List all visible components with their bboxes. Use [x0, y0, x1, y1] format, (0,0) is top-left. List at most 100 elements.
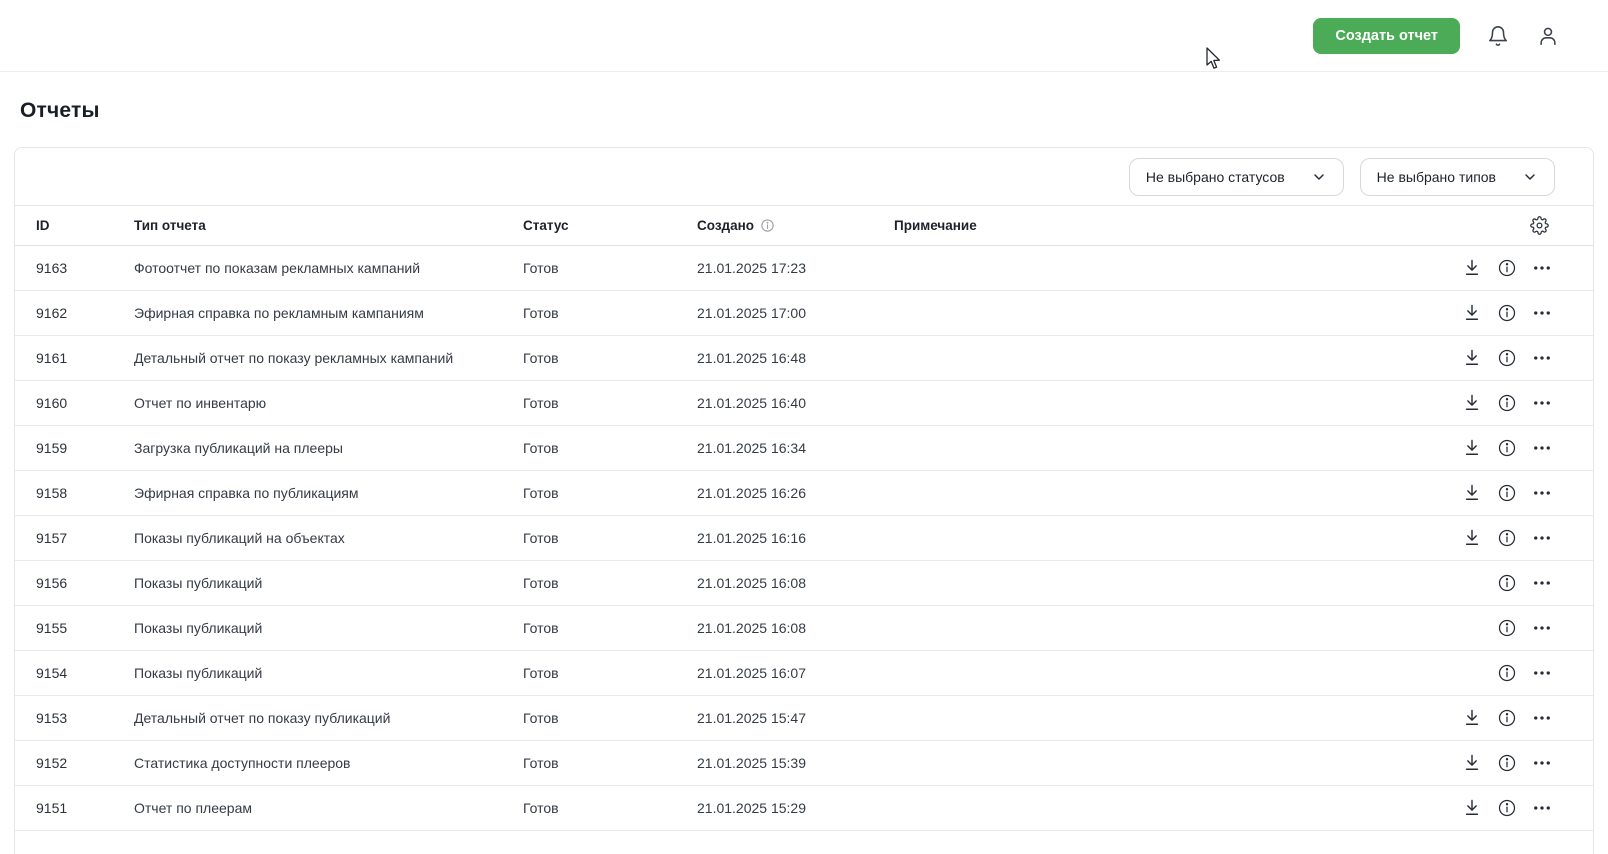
info-button[interactable] — [1496, 707, 1518, 729]
row-actions — [1459, 752, 1593, 774]
download-button[interactable] — [1461, 482, 1483, 504]
more-options-icon — [1532, 663, 1552, 683]
more-options-button[interactable] — [1531, 257, 1553, 279]
info-button[interactable] — [1496, 347, 1518, 369]
info-button[interactable] — [1496, 392, 1518, 414]
info-button[interactable] — [1496, 752, 1518, 774]
report-created: 21.01.2025 15:39 — [697, 755, 894, 771]
notifications-button[interactable] — [1486, 24, 1510, 48]
row-actions — [1459, 662, 1593, 684]
more-options-icon — [1532, 528, 1552, 548]
report-type: Показы публикаций на объектах — [134, 530, 523, 546]
table-row[interactable]: 9163 Фотоотчет по показам рекламных камп… — [15, 246, 1593, 291]
download-icon — [1462, 438, 1482, 458]
more-options-button[interactable] — [1531, 302, 1553, 324]
download-button[interactable] — [1461, 752, 1483, 774]
info-icon — [1497, 348, 1517, 368]
info-button[interactable] — [1496, 482, 1518, 504]
report-created: 21.01.2025 17:00 — [697, 305, 894, 321]
download-button[interactable] — [1461, 302, 1483, 324]
more-options-button[interactable] — [1531, 752, 1553, 774]
report-type: Эфирная справка по рекламным кампаниям — [134, 305, 523, 321]
table-row[interactable]: 9154 Показы публикаций Готов 21.01.2025 … — [15, 651, 1593, 696]
row-actions — [1459, 617, 1593, 639]
info-icon — [1497, 258, 1517, 278]
download-button[interactable] — [1461, 437, 1483, 459]
download-icon — [1462, 348, 1482, 368]
download-button[interactable] — [1461, 707, 1483, 729]
table-row[interactable]: 9152 Статистика доступности плееров Гото… — [15, 741, 1593, 786]
info-button[interactable] — [1496, 617, 1518, 639]
table-row[interactable]: 9153 Детальный отчет по показу публикаци… — [15, 696, 1593, 741]
info-button[interactable] — [1496, 302, 1518, 324]
row-actions — [1459, 527, 1593, 549]
profile-button[interactable] — [1536, 24, 1560, 48]
info-button[interactable] — [1496, 797, 1518, 819]
download-button[interactable] — [1461, 527, 1483, 549]
info-button[interactable] — [1496, 437, 1518, 459]
more-options-button[interactable] — [1531, 437, 1553, 459]
more-options-button[interactable] — [1531, 347, 1553, 369]
created-info-icon[interactable] — [760, 218, 775, 233]
table-settings-button[interactable] — [1529, 216, 1549, 236]
column-header-note-label: Примечание — [894, 218, 977, 233]
create-report-button[interactable]: Создать отчет — [1313, 18, 1460, 54]
table-row[interactable]: 9157 Показы публикаций на объектах Готов… — [15, 516, 1593, 561]
status-filter-dropdown[interactable]: Не выбрано статусов — [1129, 158, 1344, 196]
info-icon — [1497, 618, 1517, 638]
download-button[interactable] — [1461, 797, 1483, 819]
download-button[interactable] — [1461, 392, 1483, 414]
table-row[interactable]: 9156 Показы публикаций Готов 21.01.2025 … — [15, 561, 1593, 606]
report-status: Готов — [523, 350, 697, 366]
report-id: 9162 — [36, 305, 134, 321]
report-status: Готов — [523, 575, 697, 591]
report-id: 9157 — [36, 530, 134, 546]
table-row-partial — [15, 831, 1593, 854]
info-button[interactable] — [1496, 572, 1518, 594]
info-button[interactable] — [1496, 662, 1518, 684]
report-type: Отчет по инвентарю — [134, 395, 523, 411]
download-button[interactable] — [1461, 347, 1483, 369]
more-options-icon — [1532, 393, 1552, 413]
table-row[interactable]: 9151 Отчет по плеерам Готов 21.01.2025 1… — [15, 786, 1593, 831]
info-icon — [1497, 573, 1517, 593]
table-row[interactable]: 9160 Отчет по инвентарю Готов 21.01.2025… — [15, 381, 1593, 426]
report-status: Готов — [523, 530, 697, 546]
table-header-row: ID Тип отчета Статус Создано Примечание — [15, 205, 1593, 246]
report-id: 9152 — [36, 755, 134, 771]
report-created: 21.01.2025 16:40 — [697, 395, 894, 411]
more-options-icon — [1532, 438, 1552, 458]
row-actions — [1459, 797, 1593, 819]
more-options-button[interactable] — [1531, 392, 1553, 414]
more-options-button[interactable] — [1531, 662, 1553, 684]
row-actions — [1459, 482, 1593, 504]
more-options-button[interactable] — [1531, 707, 1553, 729]
table-row[interactable]: 9159 Загрузка публикаций на плееры Готов… — [15, 426, 1593, 471]
table-row[interactable]: 9162 Эфирная справка по рекламным кампан… — [15, 291, 1593, 336]
table-row[interactable]: 9155 Показы публикаций Готов 21.01.2025 … — [15, 606, 1593, 651]
more-options-button[interactable] — [1531, 797, 1553, 819]
table-row[interactable]: 9158 Эфирная справка по публикациям Гото… — [15, 471, 1593, 516]
info-icon — [1497, 753, 1517, 773]
download-icon — [1462, 798, 1482, 818]
download-icon — [1462, 303, 1482, 323]
info-button[interactable] — [1496, 257, 1518, 279]
user-icon — [1537, 25, 1559, 47]
report-status: Готов — [523, 710, 697, 726]
info-icon — [1497, 663, 1517, 683]
report-status: Готов — [523, 305, 697, 321]
info-icon — [1497, 303, 1517, 323]
more-options-button[interactable] — [1531, 617, 1553, 639]
more-options-button[interactable] — [1531, 572, 1553, 594]
row-actions — [1459, 707, 1593, 729]
report-id: 9158 — [36, 485, 134, 501]
type-filter-dropdown[interactable]: Не выбрано типов — [1360, 158, 1555, 196]
more-options-button[interactable] — [1531, 482, 1553, 504]
table-row[interactable]: 9161 Детальный отчет по показу рекламных… — [15, 336, 1593, 381]
more-options-button[interactable] — [1531, 527, 1553, 549]
download-icon — [1462, 393, 1482, 413]
info-button[interactable] — [1496, 527, 1518, 549]
row-actions — [1459, 392, 1593, 414]
report-status: Готов — [523, 440, 697, 456]
download-button[interactable] — [1461, 257, 1483, 279]
